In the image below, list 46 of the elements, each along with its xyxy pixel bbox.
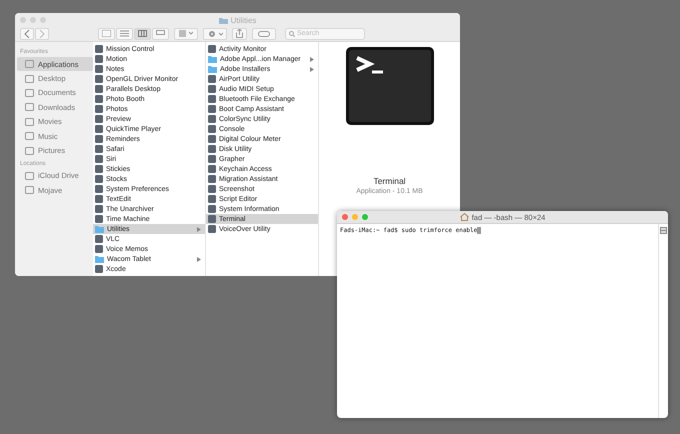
back-button[interactable]: [20, 28, 34, 40]
chevron-right-icon: [39, 30, 45, 38]
icon-view-button[interactable]: [98, 28, 115, 40]
app-icon: [208, 45, 216, 53]
tag-button[interactable]: [252, 28, 276, 40]
chevron-left-icon: [24, 30, 30, 38]
column-view-button[interactable]: [134, 28, 151, 40]
group-button[interactable]: [174, 28, 198, 40]
square-icon: [25, 118, 34, 126]
square-icon: [25, 172, 34, 180]
share-icon: [236, 29, 243, 38]
square-icon: [25, 88, 34, 97]
tag-icon: [258, 30, 270, 36]
gallery-view-button[interactable]: [152, 28, 169, 40]
home-icon: [460, 213, 469, 221]
square-icon: [25, 132, 34, 140]
icon-view-icon: [102, 30, 111, 37]
square-icon: [25, 146, 34, 155]
gear-icon: [208, 30, 222, 38]
square-icon: [25, 74, 34, 83]
list-view-button[interactable]: [116, 28, 133, 40]
forward-button[interactable]: [35, 28, 49, 40]
list-view-icon: [120, 30, 129, 37]
text-cursor: [477, 227, 482, 234]
grid-dropdown-icon: [179, 30, 193, 37]
close-button[interactable]: [342, 214, 348, 220]
search-icon: [289, 30, 295, 36]
preview-name: Terminal: [373, 176, 406, 186]
folder-icon: [218, 16, 228, 24]
gallery-view-icon: [156, 30, 165, 37]
column-view-icon: [138, 30, 147, 37]
disclosure-arrow-icon: [197, 256, 201, 262]
square-icon: [25, 186, 34, 194]
share-button[interactable]: [232, 28, 247, 40]
window-title: Utilities: [230, 16, 256, 24]
terminal-app-icon: [344, 46, 434, 126]
app-icon: [95, 265, 103, 273]
minimize-button[interactable]: [352, 214, 358, 220]
folder-icon: [95, 255, 104, 263]
square-icon: [25, 103, 34, 112]
square-icon: [25, 60, 34, 68]
disclosure-arrow-icon: [197, 226, 201, 232]
split-pane-icon[interactable]: [660, 227, 667, 234]
zoom-button[interactable]: [362, 214, 368, 220]
folder-icon: [95, 225, 104, 233]
gear-button[interactable]: [203, 28, 227, 40]
